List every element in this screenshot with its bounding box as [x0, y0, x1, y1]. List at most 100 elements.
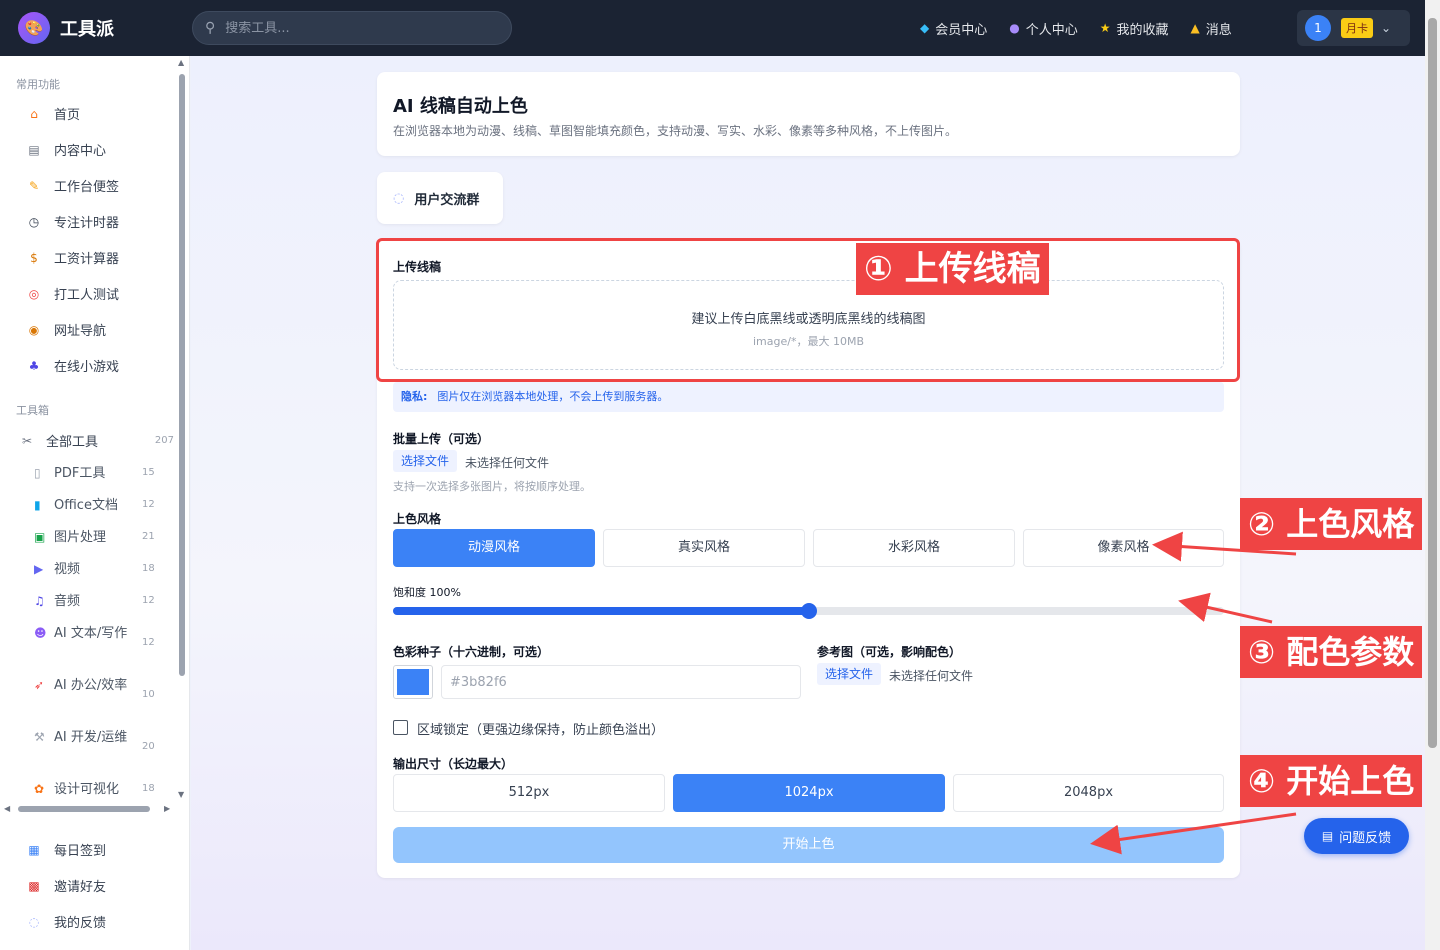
sidebar-tool-design[interactable]: ✿ 设计可视化 18 — [34, 779, 174, 800]
sidebar-item-invite[interactable]: ▩ 邀请好友 — [26, 876, 106, 896]
sidebar-item-nav[interactable]: ◉ 网址导航 — [26, 320, 106, 340]
annotation-label-params: ③ 配色参数 — [1240, 626, 1423, 678]
tool-count: 21 — [142, 531, 155, 542]
region-lock-checkbox[interactable] — [393, 720, 408, 735]
all-tools-label: 全部工具 — [46, 435, 99, 450]
scroll-up-icon[interactable]: ▲ — [178, 58, 184, 67]
style-option-watercolor[interactable]: 水彩风格 — [813, 529, 1015, 567]
star-icon: ★ — [1099, 21, 1111, 35]
nav-profile-label: 个人中心 — [1025, 22, 1078, 38]
sidebar-label: 工资计算器 — [54, 252, 120, 267]
document-icon: ▯ — [34, 466, 41, 480]
gift-icon: ▩ — [28, 878, 40, 893]
style-option-pixel[interactable]: 像素风格 — [1023, 529, 1224, 567]
bell-icon: ▲ — [1190, 21, 1200, 35]
sidebar-label: 在线小游戏 — [54, 360, 120, 375]
header-card: AI 线稿自动上色 在浏览器本地为动漫、线稿、草图智能填充颜色，支持动漫、写实、… — [377, 72, 1240, 156]
tools-icon: ✂ — [22, 433, 33, 448]
sidebar-item-feedback[interactable]: ◌ 我的反馈 — [26, 912, 107, 932]
saturation-handle[interactable] — [800, 603, 817, 619]
reference-choose-file-button[interactable]: 选择文件 — [817, 663, 882, 685]
seed-color-picker[interactable] — [393, 665, 433, 699]
sidebar-item-test[interactable]: ◎ 打工人测试 — [26, 284, 119, 304]
tool-count: 12 — [142, 499, 155, 510]
style-option-realistic[interactable]: 真实风格 — [603, 529, 805, 567]
user-group-button[interactable]: ◌ 用户交流群 — [377, 172, 503, 224]
tool-label: 音频 — [54, 594, 81, 609]
sidebar-vertical-scrollbar[interactable]: ▲ ▼ — [178, 58, 186, 799]
nav-vip-label: 会员中心 — [935, 22, 988, 38]
music-note-icon: ♫ — [34, 594, 45, 608]
page-scroll-thumb[interactable] — [1428, 18, 1437, 748]
membership-badge: 月卡 — [1341, 18, 1373, 38]
user-menu[interactable]: 1 月卡 ⌄ — [1297, 10, 1410, 46]
sidebar-tool-ai-dev[interactable]: ⚒ AI 开发/运维 20 — [34, 727, 174, 752]
size-option-1024[interactable]: 1024px — [673, 774, 945, 812]
seed-hex-input[interactable] — [441, 665, 801, 699]
tool-count: 20 — [142, 741, 155, 752]
sidebar-horizontal-scrollbar[interactable]: ◀ ▶ — [4, 804, 174, 814]
nav-profile[interactable]: ● 个人中心 — [1009, 19, 1078, 38]
speech-bubble-icon: ◌ — [393, 190, 405, 206]
saturation-fill — [393, 607, 809, 615]
robot-icon: ☻ — [34, 626, 47, 640]
sidebar-tool-pdf[interactable]: ▯ PDF工具 15 — [34, 463, 174, 484]
annotation-label-style: ② 上色风格 — [1240, 498, 1423, 550]
sidebar-tool-audio[interactable]: ♫ 音频 12 — [34, 591, 174, 612]
section-title-common: 常用功能 — [16, 78, 60, 91]
all-tools-count: 207 — [154, 435, 174, 446]
tool-label: AI 办公/效率 — [54, 678, 128, 693]
feedback-button[interactable]: ▤ 问题反馈 — [1304, 818, 1409, 854]
sidebar-tool-ai-writing[interactable]: ☻ AI 文本/写作 12 — [34, 623, 174, 648]
batch-hint: 支持一次选择多张图片，将按顺序处理。 — [393, 480, 591, 493]
page-scrollbar[interactable] — [1425, 0, 1440, 950]
sidebar-label: 首页 — [54, 108, 81, 123]
scroll-thumb[interactable] — [18, 806, 150, 812]
sidebar-item-timer[interactable]: ◷ 专注计时器 — [26, 212, 119, 232]
nav-vip[interactable]: ◆ 会员中心 — [920, 19, 987, 38]
document-icon: ▤ — [1321, 829, 1334, 843]
batch-choose-file-button[interactable]: 选择文件 — [393, 450, 458, 472]
nav-favorites[interactable]: ★ 我的收藏 — [1100, 19, 1169, 38]
sidebar-item-home[interactable]: ⌂ 首页 — [26, 104, 81, 124]
wrench-icon: ⚒ — [34, 730, 45, 744]
style-label: 上色风格 — [393, 512, 442, 526]
logo[interactable]: 🎨 工具派 — [18, 12, 114, 44]
sidebar-label: 工作台便签 — [54, 180, 120, 195]
scroll-left-icon[interactable]: ◀ — [4, 804, 10, 813]
sidebar-item-content[interactable]: ▤ 内容中心 — [26, 140, 106, 160]
nav-messages[interactable]: ▲ 消息 — [1191, 19, 1232, 38]
tool-label: 图片处理 — [54, 530, 107, 545]
sidebar-tool-image[interactable]: ▣ 图片处理 21 — [34, 527, 174, 548]
sidebar-item-memo[interactable]: ✎ 工作台便签 — [26, 176, 120, 196]
size-option-2048[interactable]: 2048px — [953, 774, 1224, 812]
tool-label: 设计可视化 — [54, 782, 120, 797]
scroll-thumb[interactable] — [179, 74, 185, 676]
search-input[interactable] — [225, 20, 486, 36]
sidebar-tool-office[interactable]: ▮ Office文档 12 — [34, 495, 174, 516]
style-option-anime[interactable]: 动漫风格 — [393, 529, 595, 567]
sidebar-item-salary[interactable]: $ 工资计算器 — [26, 248, 120, 268]
tool-count: 15 — [142, 467, 155, 478]
search-icon: ⚲ — [205, 20, 216, 36]
scroll-right-icon[interactable]: ▶ — [164, 804, 170, 813]
sidebar-item-games[interactable]: ♣ 在线小游戏 — [26, 356, 120, 376]
sidebar-item-all-tools[interactable]: ✂ 全部工具 207 — [22, 431, 174, 451]
size-option-512[interactable]: 512px — [393, 774, 665, 812]
scroll-down-icon[interactable]: ▼ — [178, 790, 184, 799]
top-bar: 🎨 工具派 ⚲ ◆ 会员中心 ● 个人中心 ★ 我的收藏 ▲ 消息 1 月卡 ⌄ — [0, 0, 1425, 56]
sidebar-item-checkin[interactable]: ▦ 每日签到 — [26, 840, 107, 860]
start-coloring-button[interactable]: 开始上色 — [393, 827, 1224, 863]
sidebar-label: 每日签到 — [54, 844, 107, 859]
saturation-label: 饱和度 100% — [393, 586, 461, 599]
palette-icon: 🎨 — [18, 12, 50, 44]
chevron-down-icon: ⌄ — [1381, 21, 1392, 35]
batch-upload-label: 批量上传（可选） — [393, 432, 490, 446]
reference-label: 参考图（可选，影响配色） — [817, 645, 962, 659]
sidebar-tool-ai-office[interactable]: ➶ AI 办公/效率 10 — [34, 675, 174, 700]
search-box[interactable]: ⚲ — [192, 11, 512, 45]
sidebar-tool-video[interactable]: ▶ 视频 18 — [34, 559, 174, 580]
saturation-slider[interactable] — [393, 603, 1224, 619]
sidebar-label: 我的反馈 — [54, 916, 107, 931]
region-lock-label: 区域锁定（更强边缘保持，防止颜色溢出） — [417, 723, 665, 738]
